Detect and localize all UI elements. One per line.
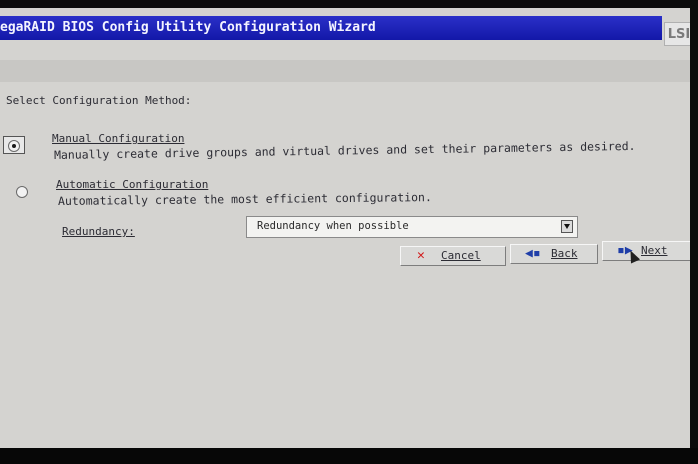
bios-screen: egaRAID BIOS Config Utility Configuratio… (0, 8, 690, 448)
automatic-configuration-label[interactable]: Automatic Configuration (56, 178, 208, 191)
back-button[interactable]: ◀▪ Back (510, 244, 598, 264)
header-divider (0, 60, 690, 82)
redundancy-selected-value: Redundancy when possible (257, 220, 409, 232)
window-title-bar: egaRAID BIOS Config Utility Configuratio… (0, 16, 662, 40)
arrow-left-icon: ◀▪ (525, 246, 541, 261)
redundancy-label: Redundancy: (62, 225, 135, 238)
window-title: egaRAID BIOS Config Utility Configuratio… (0, 20, 376, 35)
cancel-button-label: Cancel (441, 249, 481, 262)
redundancy-dropdown[interactable]: Redundancy when possible (246, 216, 578, 238)
close-x-icon: ✕ (417, 248, 425, 263)
cancel-button[interactable]: ✕ Cancel (400, 246, 506, 266)
radio-automatic-configuration[interactable] (16, 186, 28, 198)
config-method-prompt: Select Configuration Method: (6, 94, 192, 107)
automatic-configuration-description: Automatically create the most efficient … (57, 190, 432, 208)
back-button-label: Back (551, 247, 578, 260)
chevron-down-icon[interactable] (561, 220, 573, 233)
lsi-logo: LSI (664, 22, 690, 46)
monitor-bezel (0, 448, 698, 464)
next-button[interactable]: ▪▶ Next (602, 241, 690, 261)
next-button-label: Next (641, 244, 668, 257)
logo-text: LSI (667, 27, 690, 42)
radio-manual-configuration[interactable] (8, 140, 20, 152)
manual-configuration-label[interactable]: Manual Configuration (52, 132, 184, 145)
